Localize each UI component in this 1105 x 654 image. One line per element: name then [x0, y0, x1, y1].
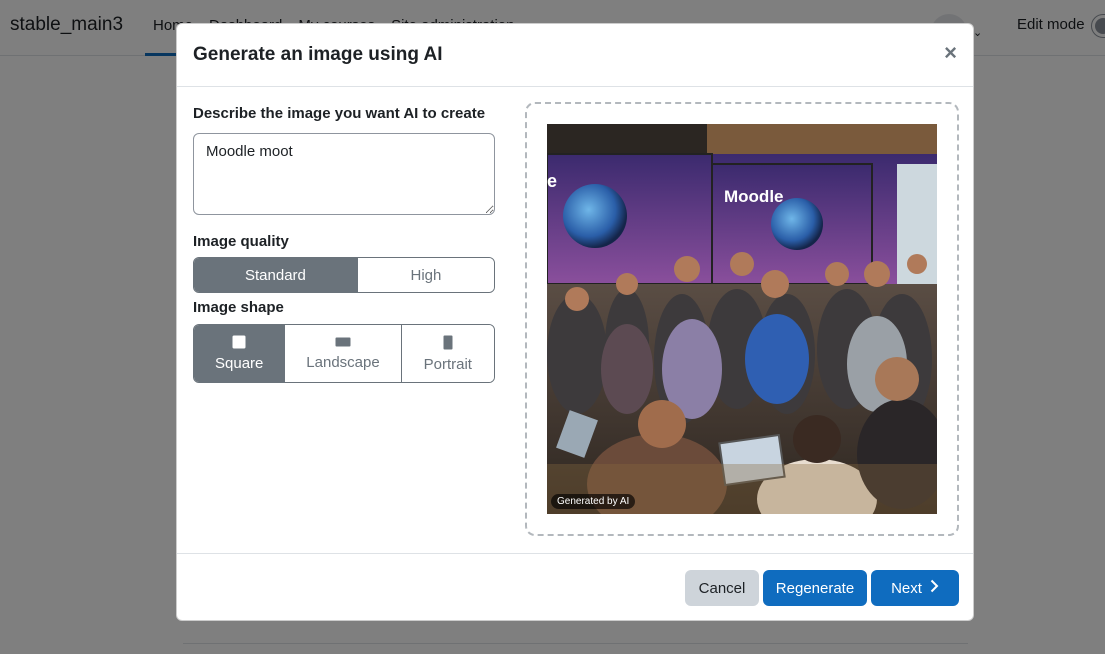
cancel-button[interactable]: Cancel	[685, 570, 759, 606]
generated-by-ai-badge: Generated by AI	[551, 494, 636, 509]
shape-landscape-button[interactable]: Landscape	[285, 325, 402, 382]
shape-square-label: Square	[215, 355, 264, 372]
landscape-icon	[335, 337, 351, 347]
quality-standard-button[interactable]: Standard	[194, 258, 358, 292]
modal-body: Describe the image you want AI to create…	[177, 87, 973, 553]
image-shape-label: Image shape	[193, 299, 284, 316]
close-icon[interactable]: ×	[944, 42, 957, 64]
screen-text-left: e	[547, 171, 557, 191]
image-quality-label: Image quality	[193, 233, 289, 250]
shape-square-button[interactable]: Square	[194, 325, 286, 382]
next-button-label: Next	[891, 579, 922, 597]
image-preview-area: e Moodle Generated by AI	[525, 102, 959, 536]
generated-image: e Moodle Generated by AI	[547, 124, 937, 514]
modal-footer: Cancel Regenerate Next	[177, 553, 973, 622]
prompt-label: Describe the image you want AI to create	[193, 105, 486, 122]
image-quality-selector: Standard High	[193, 257, 495, 293]
regenerate-button[interactable]: Regenerate	[763, 570, 867, 606]
shape-portrait-button[interactable]: Portrait	[401, 325, 494, 382]
ai-image-modal: Generate an image using AI × Describe th…	[176, 23, 974, 621]
image-shape-selector: Square Landscape Portrait	[193, 324, 495, 383]
shape-portrait-label: Portrait	[423, 355, 472, 373]
modal-header: Generate an image using AI ×	[177, 24, 973, 87]
square-icon	[232, 335, 246, 349]
next-button[interactable]: Next	[871, 570, 959, 606]
screen-text-right: Moodle	[724, 187, 784, 206]
prompt-textarea[interactable]	[193, 133, 495, 215]
quality-high-button[interactable]: High	[357, 258, 494, 292]
chevron-right-icon	[930, 579, 939, 597]
shape-landscape-label: Landscape	[306, 354, 380, 371]
modal-title: Generate an image using AI	[193, 44, 443, 65]
portrait-icon	[443, 335, 453, 349]
